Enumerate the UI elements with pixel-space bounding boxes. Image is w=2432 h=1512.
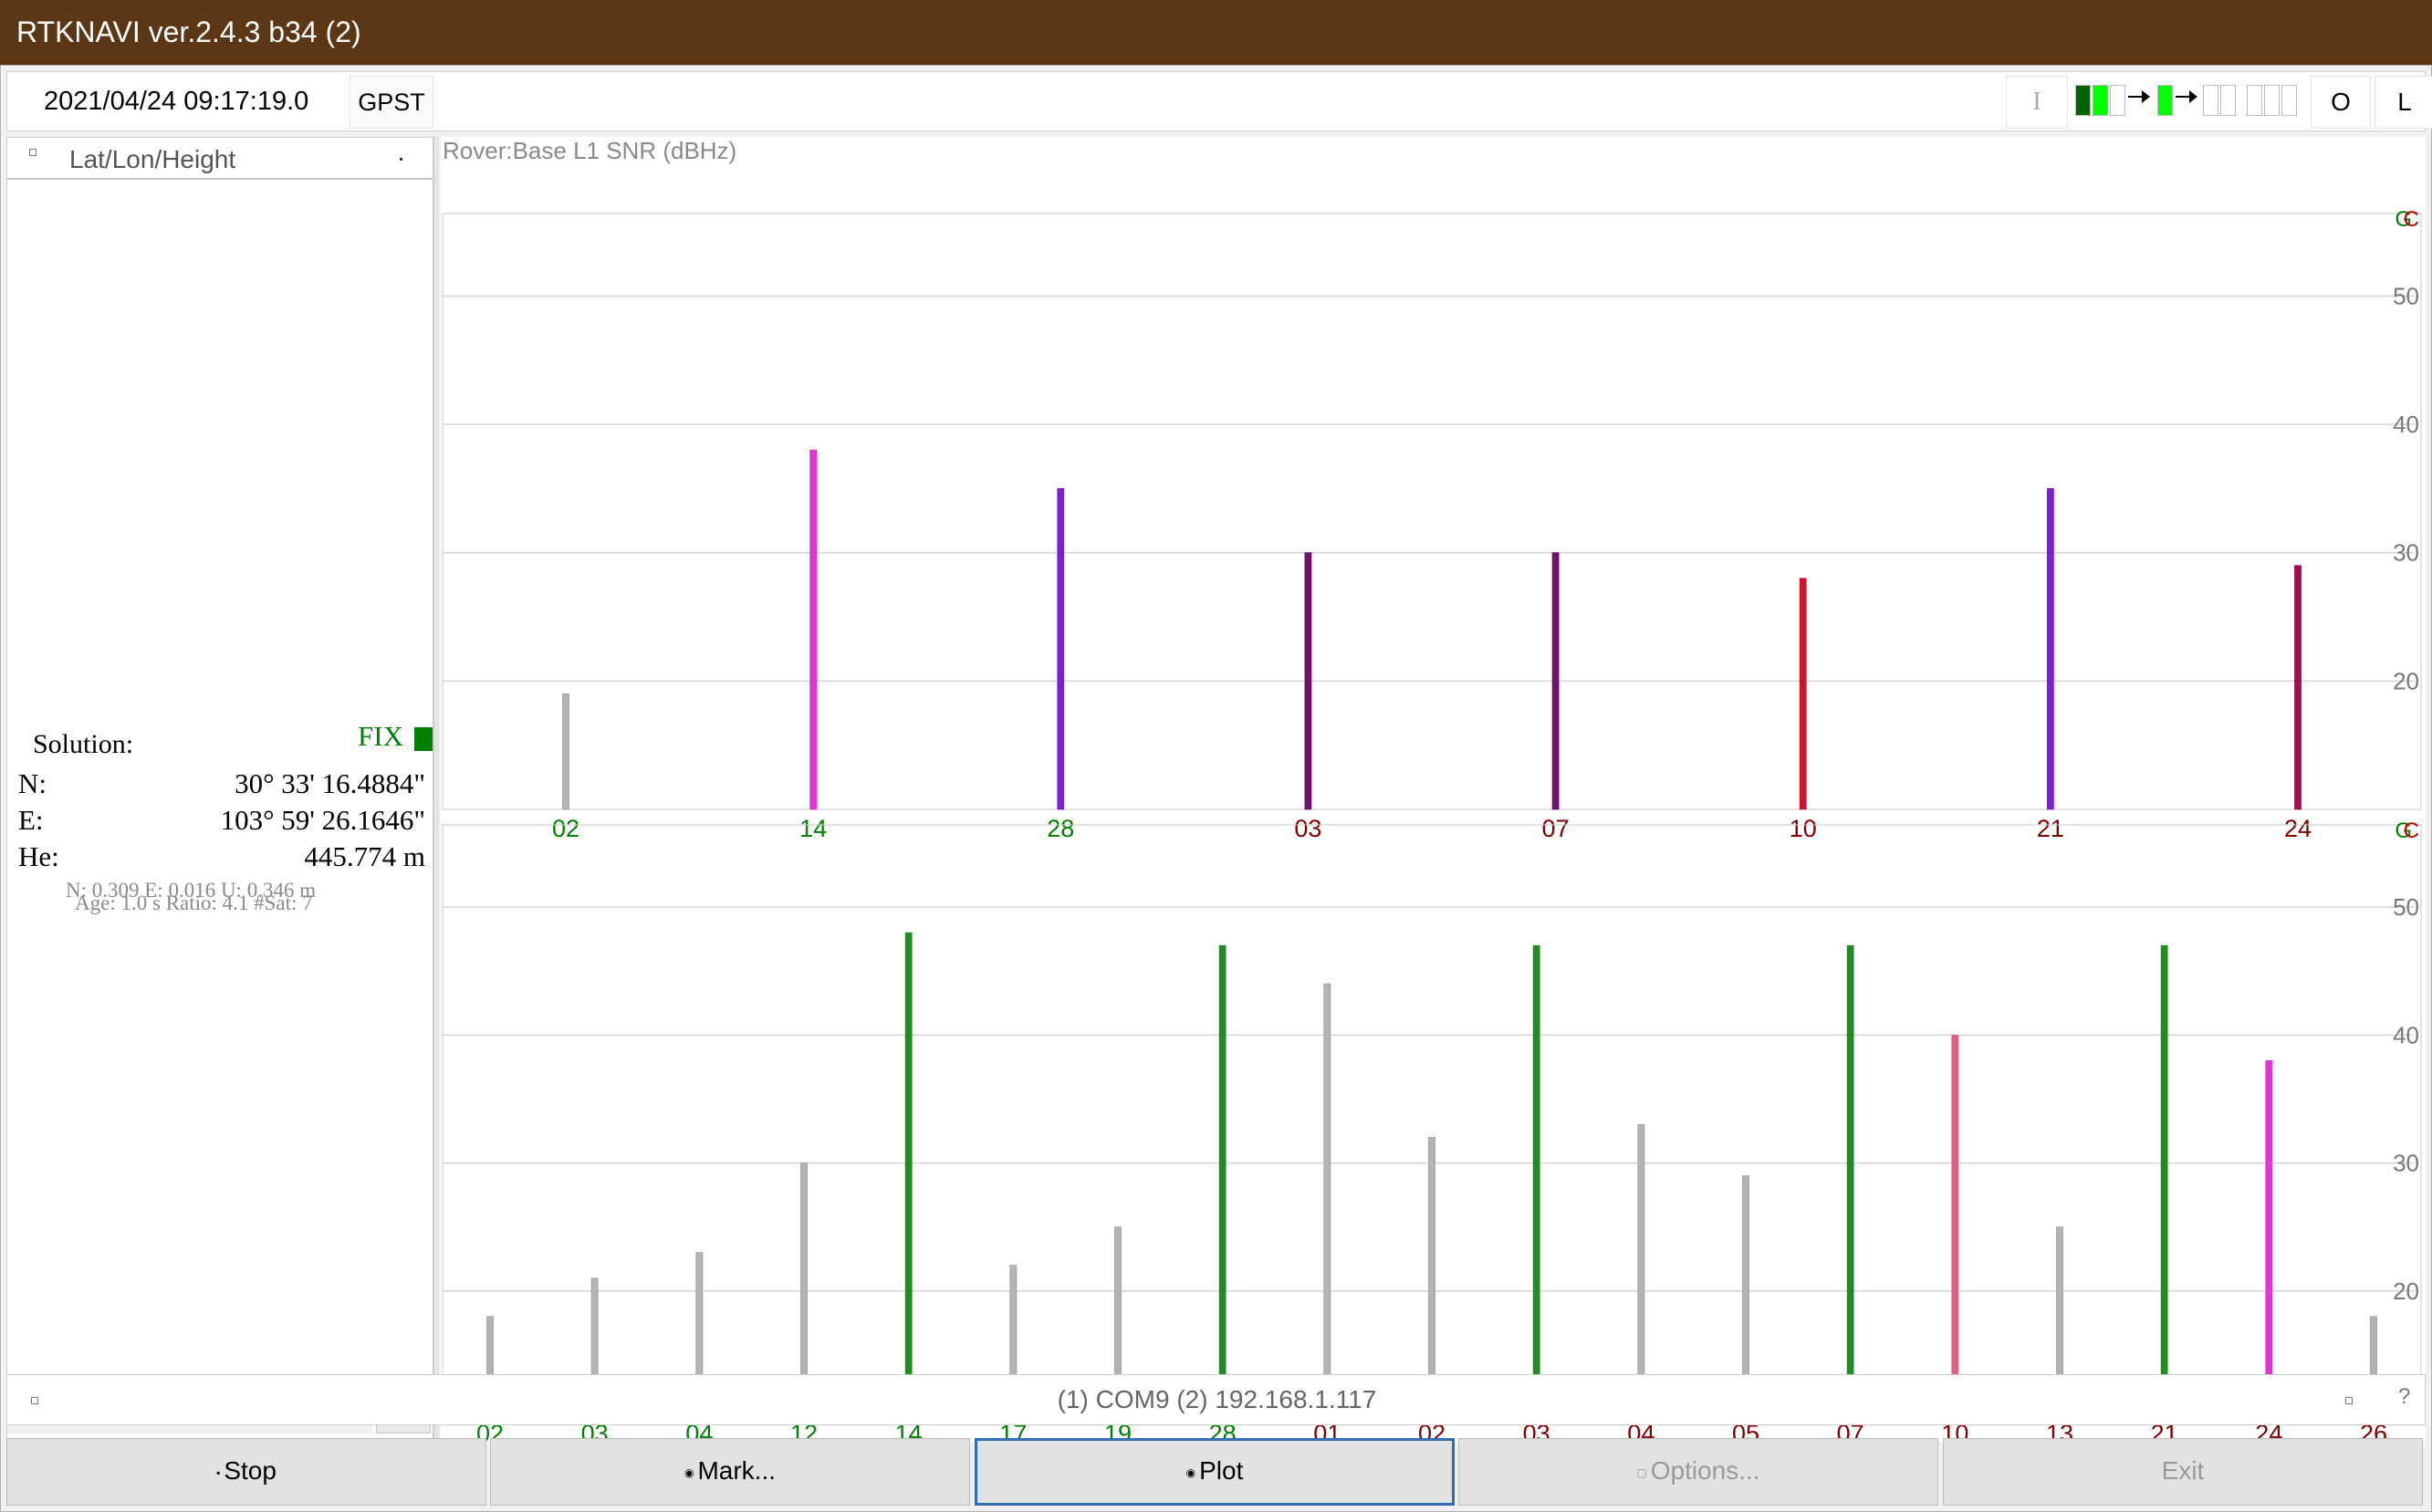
height-label: He:	[18, 840, 59, 872]
snr-bar	[2265, 1059, 2273, 1420]
plot-label: Plot	[1199, 1456, 1244, 1485]
plot-frame	[442, 213, 2422, 810]
status-bar: (1) COM9 (2) 192.168.1.117 ?	[6, 1374, 2426, 1425]
input-stream-button[interactable]: I	[2006, 76, 2068, 129]
output2-indicator	[2220, 85, 2236, 116]
snr-bar	[1057, 487, 1065, 810]
snr-bar	[904, 932, 913, 1420]
satellite-label: 14	[799, 815, 827, 842]
title-bar: RTKNAVI ver.2.4.3 b34 (2)	[0, 0, 2432, 65]
stop-button[interactable]: ▪ Stop	[6, 1438, 486, 1506]
satellite-label: 10	[1790, 815, 1817, 842]
y-tick-label: 30	[2393, 539, 2419, 567]
log2-indicator	[2264, 85, 2280, 116]
y-tick-label: 40	[2393, 411, 2419, 438]
snr-bar	[1799, 578, 1807, 810]
snr-bar	[1218, 944, 1226, 1420]
arrow-right-icon	[2128, 90, 2150, 103]
exit-button[interactable]: Exit	[1943, 1438, 2423, 1506]
longitude-label: E:	[18, 804, 44, 836]
y-tick-label: 40	[2393, 1021, 2419, 1048]
mark-icon: ◉	[684, 1465, 694, 1479]
latitude-label: N:	[18, 767, 47, 799]
output1-indicator	[2203, 85, 2218, 116]
dropdown-icon[interactable]	[400, 158, 402, 161]
snr-bar	[1551, 552, 1560, 810]
expand-icon[interactable]	[29, 149, 37, 156]
solution-type-label: Lat/Lon/Height	[69, 145, 236, 173]
y-tick-label: 30	[2393, 1150, 2419, 1177]
log1-indicator	[2247, 85, 2262, 116]
time-system-button[interactable]: GPST	[350, 76, 433, 129]
base-input-indicator	[2093, 85, 2108, 116]
snr-bar	[1304, 552, 1312, 810]
mark-button[interactable]: ◉ Mark...	[490, 1438, 970, 1506]
snr-bar	[1532, 944, 1540, 1420]
snr-bar	[2160, 944, 2168, 1420]
snr-bar	[2294, 565, 2302, 810]
process-indicator	[2157, 85, 2173, 116]
arrow-right-icon	[2176, 90, 2197, 103]
snr-plot-area: 20 30 40 50 02 14 28 03 07 10 21 24 G C 20 30 40 50 02 03 04…	[441, 137, 2426, 1442]
snr-bar	[562, 693, 569, 810]
bds-legend-icon: C	[2404, 207, 2419, 232]
satellite-label: 02	[552, 815, 579, 842]
mark-label: Mark...	[697, 1456, 777, 1485]
snr-plot: 2030405002 14 28 03 07 10 21 24GC2030405002 03 04…	[442, 207, 2422, 1442]
solution-label: Solution:	[33, 729, 134, 759]
toolbar: 2021/04/24 09:17:19.0 GPST I O L	[6, 71, 2432, 131]
latitude-value: 30° 33' 16.4884"	[235, 767, 425, 799]
y-tick-label: 50	[2393, 893, 2419, 921]
satellite-label: 07	[1542, 815, 1570, 842]
stream-indicators	[2073, 85, 2311, 118]
snr-bar	[809, 449, 818, 810]
log3-indicator	[2281, 85, 2297, 116]
solution-panel: Lat/Lon/Height Solution: FIX N: 30° 33' …	[6, 137, 433, 1442]
stop-label: Stop	[224, 1456, 277, 1485]
height-value: 445.774 m	[304, 840, 425, 872]
solution-type-selector[interactable]: Lat/Lon/Height	[7, 138, 433, 180]
snr-bar	[2046, 487, 2054, 810]
rover-input-indicator	[2075, 85, 2091, 116]
help-icon[interactable]: ?	[2398, 1384, 2410, 1410]
satellite-label: 24	[2284, 815, 2312, 842]
longitude-value: 103° 59' 26.1646"	[220, 804, 425, 836]
app-window: 2021/04/24 09:17:19.0 GPST I O L Lat/Lon…	[0, 65, 2432, 1512]
snr-bar	[1323, 983, 1331, 1420]
satellite-label: 21	[2037, 815, 2064, 842]
plot-icon: ◉	[1185, 1465, 1196, 1479]
satellite-label: 03	[1294, 815, 1321, 842]
log-stream-button[interactable]: L	[2375, 76, 2432, 129]
age-ratio-text: Age: 1.0 s Ratio: 4.1 #Sat: 7	[75, 892, 313, 914]
time-display: 2021/04/24 09:17:19.0	[44, 87, 309, 116]
stop-icon: ▪	[216, 1465, 221, 1479]
fix-indicator	[414, 727, 433, 751]
options-label: Options...	[1650, 1456, 1760, 1485]
satellite-label: 28	[1047, 815, 1074, 842]
snr-bar	[1951, 1034, 1959, 1420]
correction-input-indicator	[2110, 85, 2125, 116]
plot-title: Rover:Base L1 SNR (dBHz)	[443, 137, 737, 164]
solution-status: FIX	[358, 720, 403, 752]
options-icon: ▢	[1636, 1465, 1647, 1479]
output-stream-button[interactable]: O	[2311, 76, 2371, 129]
options-button[interactable]: ▢ Options...	[1458, 1438, 1938, 1506]
status-icon	[2345, 1397, 2353, 1404]
y-tick-label: 20	[2393, 1277, 2419, 1305]
bds-legend-icon: C	[2404, 819, 2419, 843]
window-title: RTKNAVI ver.2.4.3 b34 (2)	[16, 16, 361, 48]
y-tick-label: 50	[2393, 282, 2419, 309]
y-tick-label: 20	[2393, 667, 2419, 694]
plot-button[interactable]: ◉ Plot	[975, 1438, 1455, 1506]
connection-status: (1) COM9 (2) 192.168.1.117	[1057, 1385, 1377, 1413]
exit-label: Exit	[2161, 1456, 2205, 1485]
panel-splitter[interactable]	[433, 137, 439, 1442]
snr-bar	[1846, 944, 1854, 1420]
